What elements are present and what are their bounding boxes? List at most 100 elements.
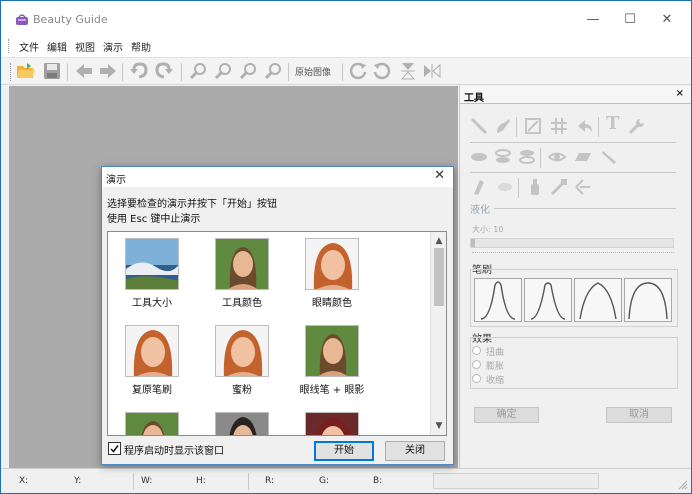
zoom-fit-icon[interactable] (239, 62, 257, 80)
brush-option-4[interactable] (624, 278, 672, 322)
hand-pointer-icon[interactable] (576, 117, 594, 135)
demo-item-powder[interactable]: 蜜粉 (198, 323, 286, 408)
pencil-icon[interactable] (600, 148, 618, 166)
blush-icon[interactable] (496, 178, 514, 196)
brush-option-3[interactable] (574, 278, 622, 322)
menu-grip (8, 39, 10, 53)
bottle-icon[interactable] (526, 178, 544, 196)
demo-list-scrollbar[interactable]: ▲ ▼ (430, 232, 446, 435)
demo-dialog-close-icon[interactable]: ✕ (434, 168, 445, 183)
cancel-button[interactable]: 取消 (606, 407, 672, 423)
status-w-label: W: (141, 476, 153, 486)
menu-edit[interactable]: 编辑 (47, 39, 67, 54)
zoom-actual-icon[interactable] (264, 62, 282, 80)
demo-item-label: 眼睛颜色 (312, 298, 352, 309)
minimize-button[interactable]: — (578, 9, 608, 31)
tools-panel-title: 工具 (464, 93, 484, 104)
demo-item-label: 眼线笔 + 眼影 (299, 385, 365, 396)
size-slider[interactable] (470, 238, 674, 248)
maximize-button[interactable]: ☐ (615, 9, 645, 31)
mascara-icon[interactable] (550, 178, 568, 196)
status-x-label: X: (19, 476, 29, 486)
text-tool-icon[interactable]: T (606, 115, 624, 133)
menu-view[interactable]: 视图 (75, 39, 95, 54)
tools-panel-close-icon[interactable]: × (676, 88, 684, 99)
zoom-out-icon[interactable] (214, 62, 232, 80)
lips-icon[interactable] (470, 148, 488, 166)
scroll-down-icon[interactable]: ▼ (431, 419, 446, 433)
brush-option-1[interactable] (474, 278, 522, 322)
grid-tool-icon[interactable] (550, 117, 568, 135)
close-dialog-button[interactable]: 关闭 (385, 441, 445, 461)
scroll-thumb[interactable] (434, 248, 444, 306)
demo-thumbnail-portrait (305, 325, 359, 377)
eraser-icon[interactable] (574, 148, 592, 166)
original-image-button[interactable]: 原始图像 (295, 65, 331, 78)
menu-bar: 文件 编辑 视图 演示 帮助 (1, 35, 691, 57)
menu-demo[interactable]: 演示 (103, 39, 123, 54)
demo-thumbnail-portrait (215, 238, 269, 290)
tools-panel: 工具 × T 液化 大小: 10 笔刷 效果 扭曲 膨胀 收缩 确定 取消 (459, 86, 691, 468)
size-slider-ticks (472, 252, 674, 256)
eyeliner-icon[interactable] (470, 178, 488, 196)
demo-thumbnail-portrait (215, 412, 269, 435)
status-b-label: B: (373, 476, 383, 486)
status-progress-field (433, 473, 599, 489)
lipstick-icon[interactable] (494, 148, 512, 166)
demo-item-tool-color[interactable]: 工具颜色 (198, 236, 286, 321)
arrow-forward-icon[interactable] (99, 62, 117, 80)
scroll-up-icon[interactable]: ▲ (431, 234, 446, 248)
purse-icon (15, 13, 29, 25)
status-g-label: G: (319, 476, 330, 486)
demo-item-restore-brush[interactable]: 复原笔刷 (108, 323, 196, 408)
demo-thumbnail-portrait (125, 412, 179, 435)
comb-icon[interactable] (574, 178, 592, 196)
demo-instruction-2: 使用 Esc 键中止演示 (107, 214, 201, 225)
demo-item[interactable] (288, 410, 376, 435)
menu-help[interactable]: 帮助 (131, 39, 151, 54)
zoom-in-icon[interactable] (189, 62, 207, 80)
demo-item[interactable] (198, 410, 286, 435)
close-button[interactable]: ✕ (652, 9, 682, 31)
flip-horizontal-icon[interactable] (423, 62, 441, 80)
menu-file[interactable]: 文件 (19, 39, 39, 54)
flip-vertical-icon[interactable] (399, 62, 417, 80)
rotate-left-icon[interactable] (349, 62, 367, 80)
save-icon[interactable] (43, 62, 61, 80)
teeth-icon[interactable] (518, 148, 536, 166)
brush-tool-icon[interactable] (470, 117, 488, 135)
demo-item-eye-color[interactable]: 眼睛颜色 (288, 236, 376, 321)
demo-item[interactable] (108, 410, 196, 435)
size-slider-thumb[interactable] (471, 239, 475, 247)
show-on-startup-checkbox[interactable] (108, 442, 121, 455)
demo-item-eyeliner-eyeshadow[interactable]: 眼线笔 + 眼影 (288, 323, 376, 408)
demo-dialog: 演示 ✕ 选择要检查的演示并按下「开始」按钮 使用 Esc 键中止演示 工具大小… (101, 166, 454, 465)
demo-instruction-1: 选择要检查的演示并按下「开始」按钮 (107, 199, 277, 210)
title-bar: Beauty Guide — ☐ ✕ (1, 1, 691, 35)
brush-option-2[interactable] (524, 278, 572, 322)
rotate-right-icon[interactable] (373, 62, 391, 80)
start-button[interactable]: 开始 (314, 441, 374, 461)
ok-button[interactable]: 确定 (474, 407, 539, 423)
demo-item-tool-size[interactable]: 工具大小 (108, 236, 196, 321)
status-h-label: H: (196, 476, 206, 486)
paint-brush-icon[interactable] (494, 117, 512, 135)
demo-item-label: 工具大小 (132, 298, 172, 309)
redo-icon[interactable] (155, 62, 173, 80)
window-title: Beauty Guide (33, 13, 108, 26)
eye-icon[interactable] (547, 148, 567, 166)
status-r-label: R: (265, 476, 275, 486)
undo-icon[interactable] (130, 62, 148, 80)
size-label: 大小: 10 (472, 225, 504, 234)
status-y-label: Y: (74, 476, 82, 486)
arrow-back-icon[interactable] (75, 62, 93, 80)
resize-grip-icon[interactable] (678, 480, 688, 490)
tools-panel-header: 工具 × (460, 86, 691, 104)
crop-tool-icon[interactable] (524, 117, 542, 135)
toolbar-grip (10, 63, 11, 81)
demo-item-label: 复原笔刷 (132, 385, 172, 396)
app-window: Beauty Guide — ☐ ✕ 文件 编辑 视图 演示 帮助 原始图像 工… (0, 0, 692, 494)
wrench-icon[interactable] (628, 117, 646, 135)
demo-thumbnail-portrait (305, 412, 359, 435)
open-folder-icon[interactable] (16, 62, 35, 80)
